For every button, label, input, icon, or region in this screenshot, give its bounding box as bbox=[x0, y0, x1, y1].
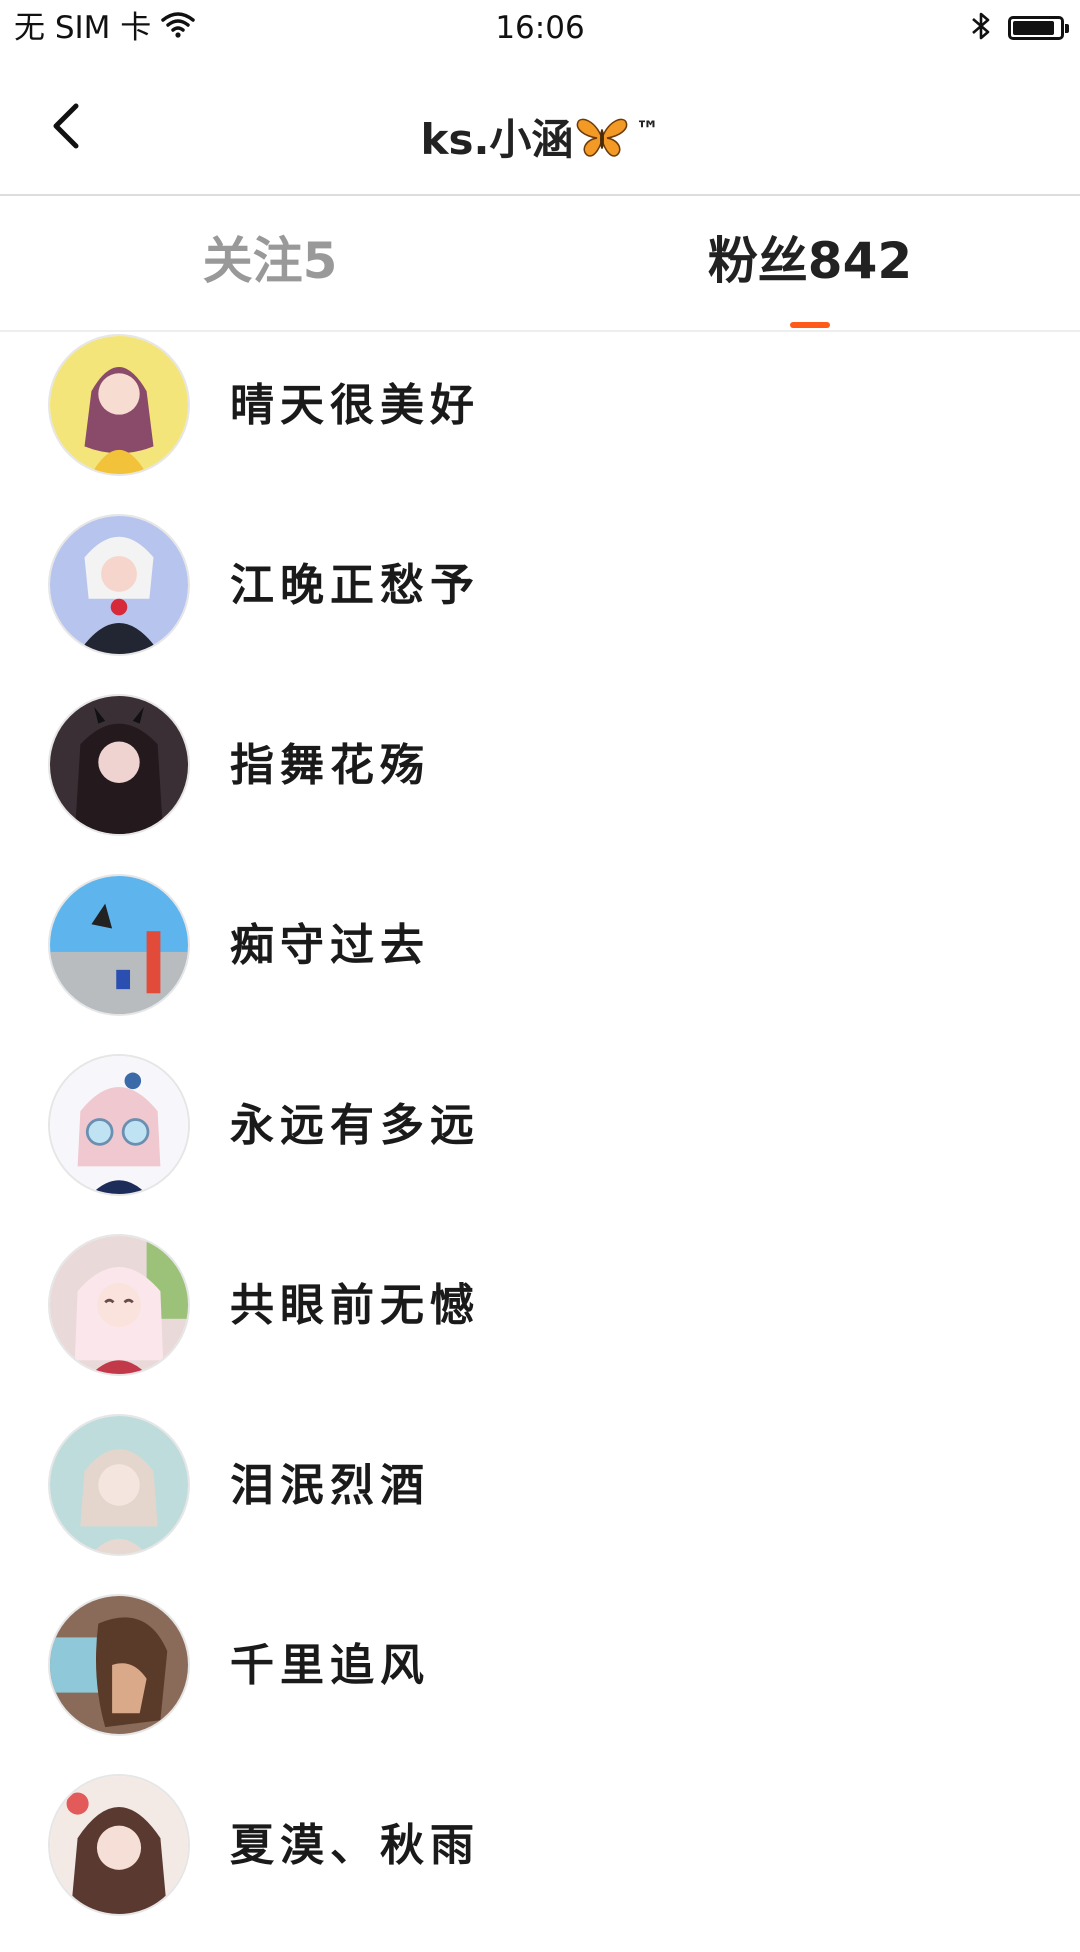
avatar bbox=[48, 1774, 190, 1916]
fan-name: 永远有多远 bbox=[230, 1100, 480, 1151]
battery-level bbox=[1013, 21, 1054, 35]
avatar bbox=[48, 514, 190, 656]
avatar bbox=[48, 1594, 190, 1736]
list-item[interactable]: 共眼前无憾 bbox=[0, 1232, 1080, 1412]
active-tab-indicator bbox=[790, 322, 830, 328]
fan-name: 千里追风 bbox=[230, 1640, 430, 1691]
list-item[interactable]: 夏漠、秋雨 bbox=[0, 1772, 1080, 1952]
fan-name: 夏漠、秋雨 bbox=[230, 1820, 480, 1871]
status-time: 16:06 bbox=[495, 10, 585, 46]
tab-fans[interactable]: 粉丝842 bbox=[540, 196, 1080, 330]
avatar bbox=[48, 694, 190, 836]
avatar bbox=[48, 334, 190, 476]
status-right bbox=[970, 10, 1069, 46]
avatar bbox=[48, 1234, 190, 1376]
page-title: ks.小涵 ™ bbox=[0, 100, 1080, 170]
tab-bar: 关注5 粉丝842 bbox=[0, 196, 1080, 332]
list-item[interactable]: 江晚正愁予 bbox=[0, 512, 1080, 692]
fan-name: 痴守过去 bbox=[230, 920, 430, 971]
list-item[interactable]: 永远有多远 bbox=[0, 1052, 1080, 1232]
list-item[interactable]: 晴天很美好 bbox=[0, 332, 1080, 512]
fan-name: 江晚正愁予 bbox=[230, 560, 480, 611]
butterfly-emoji bbox=[577, 118, 628, 157]
list-item[interactable]: 指舞花殇 bbox=[0, 692, 1080, 872]
avatar bbox=[48, 1414, 190, 1556]
list-item[interactable]: 痴守过去 bbox=[0, 872, 1080, 1052]
page-title-text: ks.小涵 bbox=[420, 115, 574, 164]
bluetooth-icon bbox=[970, 10, 992, 46]
avatar bbox=[48, 874, 190, 1016]
list-item[interactable]: 千里追风 bbox=[0, 1592, 1080, 1772]
battery-icon bbox=[1008, 16, 1069, 40]
fan-name: 共眼前无憾 bbox=[230, 1280, 480, 1331]
avatar bbox=[48, 1054, 190, 1196]
fan-name: 指舞花殇 bbox=[230, 740, 430, 791]
nav-bar: ks.小涵 ™ bbox=[0, 56, 1080, 196]
list-item[interactable]: 泪泯烈酒 bbox=[0, 1412, 1080, 1592]
fan-list: 晴天很美好 江晚正愁予 指舞花殇 痴守过去 永远有多远 共眼前无憾 泪泯烈酒 千… bbox=[0, 332, 1080, 1952]
trademark-mark: ™ bbox=[635, 116, 660, 144]
tab-following[interactable]: 关注5 bbox=[0, 196, 540, 330]
fan-name: 晴天很美好 bbox=[230, 380, 480, 431]
fan-name: 泪泯烈酒 bbox=[230, 1460, 430, 1511]
status-bar: 无 SIM 卡 16:06 bbox=[0, 0, 1080, 56]
